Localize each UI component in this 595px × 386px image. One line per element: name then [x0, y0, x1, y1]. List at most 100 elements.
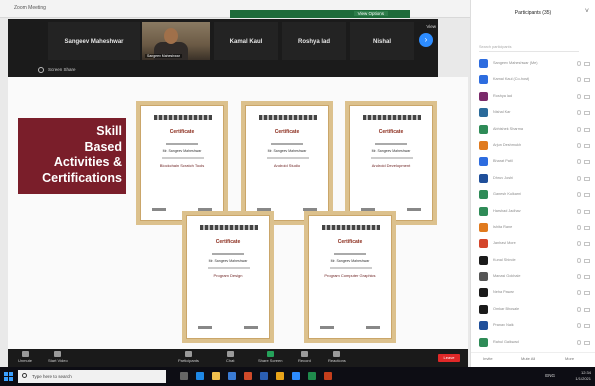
windows-start-icon[interactable]	[4, 372, 13, 381]
mic-muted-icon[interactable]	[577, 208, 581, 214]
gallery-view-button[interactable]: View	[426, 24, 436, 29]
unmute-button[interactable]: Unmute	[18, 351, 32, 363]
video-off-icon[interactable]	[584, 209, 590, 214]
mic-muted-icon[interactable]	[577, 175, 581, 181]
video-off-icon[interactable]	[584, 143, 590, 148]
certificate-name: Mr. Sangeev Maheshwar	[371, 149, 411, 153]
participant-row-name: Dhruv Joshi	[493, 175, 514, 180]
participant-tile[interactable]: Nishal	[350, 22, 414, 60]
mic-muted-icon[interactable]	[577, 93, 581, 99]
participants-button[interactable]: Participants	[178, 351, 199, 363]
video-off-icon[interactable]	[584, 111, 590, 116]
mic-muted-icon[interactable]	[577, 159, 581, 165]
video-off-icon[interactable]	[584, 176, 590, 181]
certificate-line	[271, 143, 303, 145]
system-clock[interactable]: 12:34 1/1/2021	[575, 370, 591, 382]
windows-taskbar: Type here to search ENG 12:34 1/1/2021	[0, 367, 595, 386]
record-button[interactable]: Record	[298, 351, 311, 363]
invite-button[interactable]: Invite	[483, 356, 493, 361]
participant-tile[interactable]: Roshya lad	[282, 22, 346, 60]
reactions-button[interactable]: Reactions	[328, 351, 346, 363]
participant-row[interactable]: Nishal Kar	[471, 105, 595, 121]
participant-row[interactable]: Dhruv Joshi	[471, 171, 595, 187]
taskbar-search-input[interactable]: Type here to search	[18, 370, 166, 383]
mic-muted-icon[interactable]	[577, 290, 581, 296]
participant-row[interactable]: Bharat Patil	[471, 154, 595, 170]
video-off-icon[interactable]	[584, 78, 590, 83]
file-explorer-icon[interactable]	[212, 372, 220, 380]
participant-row-name: Kamal Kaul (Co-host)	[493, 77, 530, 82]
video-off-icon[interactable]	[584, 160, 590, 165]
mic-muted-icon[interactable]	[577, 241, 581, 247]
participant-row[interactable]: Kamal Kaul (Co-host)	[471, 72, 595, 88]
video-off-icon[interactable]	[584, 62, 590, 66]
chat-button[interactable]: Chat	[226, 351, 234, 363]
mic-muted-icon[interactable]	[577, 126, 581, 132]
video-off-icon[interactable]	[584, 324, 590, 329]
mic-muted-icon[interactable]	[577, 339, 581, 345]
leave-button[interactable]: Leave	[438, 354, 460, 362]
video-off-icon[interactable]	[584, 291, 590, 296]
mic-muted-icon[interactable]	[577, 306, 581, 312]
powerpoint-icon[interactable]	[324, 372, 332, 380]
view-options-button[interactable]: View Options	[353, 11, 388, 16]
mic-muted-icon[interactable]	[577, 61, 581, 66]
certificate-header	[322, 225, 380, 230]
word-icon[interactable]	[260, 372, 268, 380]
zoom-icon[interactable]	[292, 372, 300, 380]
video-off-icon[interactable]	[584, 94, 590, 99]
participant-tile[interactable]: Kamal Kaul	[214, 22, 278, 60]
chrome-icon[interactable]	[276, 372, 284, 380]
certificate: Certificate Mr. Sangeev Maheshwar Androi…	[345, 101, 437, 225]
mic-muted-icon[interactable]	[577, 192, 581, 198]
participant-row[interactable]: Ishita Rane	[471, 220, 595, 236]
control-label: Unmute	[18, 358, 33, 363]
participant-search-input[interactable]: Search participants	[479, 45, 579, 52]
video-off-icon[interactable]	[584, 275, 590, 280]
participant-row[interactable]: Manasi Gokhale	[471, 269, 595, 285]
participant-row[interactable]: Ganesh Kulkarni	[471, 187, 595, 203]
participant-row[interactable]: Arjun Deshmukh	[471, 138, 595, 154]
participant-row[interactable]: Harshad Jadhav	[471, 204, 595, 220]
mic-muted-icon[interactable]	[577, 257, 581, 263]
participant-row[interactable]: Kunal Shinde	[471, 253, 595, 269]
participant-row[interactable]: Rahul Gaikwad	[471, 335, 595, 351]
participant-video-tile[interactable]: Sangeev Maheshwar	[142, 22, 210, 60]
participant-row[interactable]: Neha Pawar	[471, 285, 595, 301]
participant-row[interactable]: Pranav Naik	[471, 318, 595, 334]
participant-row[interactable]: Abhishek Sharma	[471, 122, 595, 138]
video-off-icon[interactable]	[584, 193, 590, 198]
participant-row-name: Neha Pawar	[493, 290, 514, 295]
video-off-icon[interactable]	[584, 225, 590, 230]
participant-row[interactable]: Roshya lad	[471, 89, 595, 105]
language-indicator[interactable]: ENG	[545, 373, 555, 378]
certificate: Certificate Mr. Sangeev Maheshwar Progra…	[304, 211, 396, 343]
smiley-icon	[333, 351, 341, 357]
more-button[interactable]: More	[565, 356, 574, 361]
edge-icon[interactable]	[196, 372, 204, 380]
task-view-icon[interactable]	[180, 372, 188, 380]
participant-tile[interactable]: Sangeev Maheshwar	[48, 22, 140, 60]
share-screen-button[interactable]: Share Screen	[258, 351, 282, 363]
video-off-icon[interactable]	[584, 242, 590, 247]
store-icon[interactable]	[228, 372, 236, 380]
mic-muted-icon[interactable]	[577, 323, 581, 329]
mic-muted-icon[interactable]	[577, 274, 581, 280]
mic-muted-icon[interactable]	[577, 224, 581, 230]
mic-muted-icon[interactable]	[577, 77, 581, 83]
gallery-next-arrow-icon[interactable]: ›	[419, 33, 433, 47]
participant-row[interactable]: Omkar Bhosale	[471, 302, 595, 318]
video-off-icon[interactable]	[584, 127, 590, 132]
excel-icon[interactable]	[308, 372, 316, 380]
video-off-icon[interactable]	[584, 307, 590, 312]
participant-row[interactable]: Janhavi More	[471, 236, 595, 252]
participant-row[interactable]: Sangeev Maheshwar (Me)	[471, 56, 595, 72]
start-video-button[interactable]: Start Video	[48, 351, 68, 363]
office-icon[interactable]	[244, 372, 252, 380]
mic-muted-icon[interactable]	[577, 142, 581, 148]
video-off-icon[interactable]	[584, 340, 590, 345]
video-off-icon[interactable]	[584, 258, 590, 263]
close-panel-icon[interactable]: ˅	[585, 8, 589, 15]
mute-all-button[interactable]: Mute All	[521, 356, 535, 361]
mic-muted-icon[interactable]	[577, 110, 581, 116]
